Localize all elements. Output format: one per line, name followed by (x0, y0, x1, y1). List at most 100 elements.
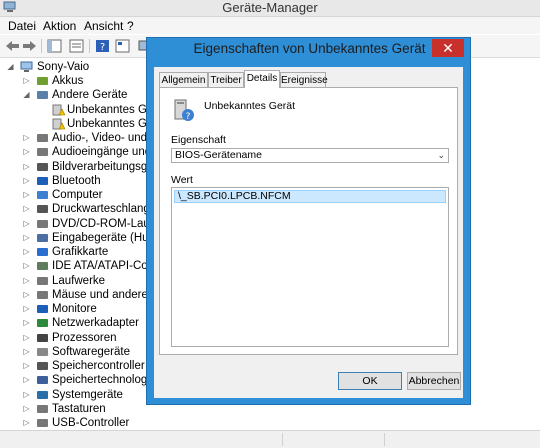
expand-arrow-icon[interactable]: ▷ (22, 245, 31, 259)
toolbar-separator (89, 39, 90, 53)
tab-details[interactable]: Details (244, 70, 280, 88)
device-category-icon (37, 77, 48, 85)
expand-arrow-icon[interactable]: ▷ (22, 188, 31, 202)
tree-item-label: Systemgeräte (52, 388, 123, 401)
expand-arrow-icon[interactable]: ▷ (22, 145, 31, 159)
expand-arrow-icon[interactable]: ▷ (22, 359, 31, 373)
status-bar (0, 430, 540, 448)
value-item[interactable]: \_SB.PCI0.LPCB.NFCM (174, 190, 446, 203)
expand-arrow-icon[interactable]: ▷ (22, 160, 31, 174)
menu-ansicht[interactable]: Ansicht (84, 19, 123, 33)
expand-arrow-icon[interactable]: ▷ (22, 316, 31, 330)
computer-icon (20, 61, 33, 72)
details-panel: ? Unbekanntes Gerät Eigenschaft BIOS-Ger… (159, 87, 458, 355)
dialog-title: Eigenschaften von Unbekanntes Gerät (193, 41, 426, 56)
back-arrow-icon[interactable] (4, 38, 21, 54)
chevron-down-icon: ⌄ (437, 150, 445, 160)
expand-arrow-icon[interactable]: ▷ (22, 131, 31, 145)
device-category-icon (37, 91, 48, 100)
tab-ereignisse[interactable]: Ereignisse (280, 72, 328, 87)
expand-arrow-icon[interactable]: ▷ (22, 217, 31, 231)
menu-bar: Datei Aktion Ansicht ? (0, 17, 540, 34)
device-category-icon (37, 333, 48, 342)
property-dropdown-value: BIOS-Gerätename (175, 149, 262, 161)
device-category-icon (37, 376, 48, 385)
device-category-icon (37, 390, 48, 399)
dialog-body: Allgemein Treiber Details Ereignisse ? U… (154, 67, 463, 398)
cancel-button[interactable]: Abbrechen (407, 372, 461, 390)
device-name: Unbekanntes Gerät (204, 100, 296, 112)
properties-dialog: Eigenschaften von Unbekanntes Gerät ✕ Al… (146, 37, 471, 405)
device-category-icon (37, 248, 48, 256)
unknown-device-warning-icon (52, 118, 65, 130)
collapse-arrow-icon[interactable]: ◢ (6, 60, 15, 74)
window-title: Geräte-Manager (222, 0, 318, 15)
expand-arrow-icon[interactable]: ▷ (22, 402, 31, 416)
expand-arrow-icon[interactable]: ▷ (22, 202, 31, 216)
expand-arrow-icon[interactable]: ▷ (22, 288, 31, 302)
tab-allgemein[interactable]: Allgemein (159, 72, 208, 87)
expand-arrow-icon[interactable]: ▷ (22, 302, 31, 316)
tree-item-label: Akkus (52, 75, 84, 87)
view-icon[interactable] (114, 38, 131, 54)
status-pane (282, 433, 383, 446)
property-label: Eigenschaft (171, 134, 226, 146)
ok-button[interactable]: OK (338, 372, 402, 390)
device-category-icon (37, 347, 48, 356)
expand-arrow-icon[interactable]: ▷ (22, 388, 31, 402)
device-category-icon (37, 419, 48, 427)
device-category-icon (37, 276, 48, 285)
collapse-arrow-icon[interactable]: ◢ (22, 88, 31, 102)
tree-item-label: Tastaturen (52, 402, 106, 415)
device-category-icon (37, 305, 48, 313)
toolbar-separator (41, 39, 42, 53)
tree-item-label: Softwaregeräte (52, 345, 130, 358)
tree-item-label: Andere Geräte (52, 89, 128, 102)
expand-arrow-icon[interactable]: ▷ (22, 259, 31, 273)
expand-arrow-icon[interactable]: ▷ (22, 331, 31, 345)
value-listbox[interactable]: \_SB.PCI0.LPCB.NFCM (171, 187, 449, 347)
device-category-icon (37, 319, 48, 328)
expand-arrow-icon[interactable]: ▷ (22, 174, 31, 188)
status-pane (384, 433, 540, 446)
unknown-device-icon: ? (174, 99, 194, 122)
property-dropdown[interactable]: BIOS-Gerätename ⌄ (171, 148, 449, 163)
tree-item-label: Computer (52, 189, 103, 201)
expand-arrow-icon[interactable]: ▷ (22, 74, 31, 88)
menu-aktion[interactable]: Aktion (43, 19, 76, 33)
expand-arrow-icon[interactable]: ▷ (22, 373, 31, 387)
device-category-icon (37, 191, 48, 199)
forward-arrow-icon[interactable] (21, 38, 38, 54)
device-category-icon (37, 233, 48, 242)
tab-treiber[interactable]: Treiber (208, 72, 244, 87)
device-category-icon (37, 205, 48, 214)
expand-arrow-icon[interactable]: ▷ (22, 345, 31, 359)
tree-item-label: Netzwerkadapter (52, 317, 139, 330)
tree-item-label: Bluetooth (52, 174, 101, 187)
tree-item-label: Monitore (52, 303, 97, 315)
tree-item-label: Grafikkarte (52, 246, 109, 258)
device-category-icon (37, 134, 48, 142)
device-category-icon (37, 219, 48, 228)
help-icon[interactable]: ? (94, 38, 111, 54)
tree-root-label: Sony-Vaio (37, 61, 90, 73)
menu-datei[interactable]: Datei (8, 19, 36, 33)
device-category-icon (37, 290, 48, 299)
svg-text:?: ? (186, 112, 191, 122)
device-category-icon (37, 404, 48, 413)
svg-text:?: ? (100, 42, 105, 53)
expand-arrow-icon[interactable]: ▷ (22, 274, 31, 288)
tree-item-label: USB-Controller (52, 417, 130, 429)
device-category-icon (37, 148, 48, 157)
value-label: Wert (171, 174, 193, 186)
close-button[interactable]: ✕ (432, 39, 464, 57)
device-category-icon (37, 262, 48, 271)
menu-help[interactable]: ? (127, 19, 134, 33)
properties-icon[interactable] (68, 38, 85, 54)
expand-arrow-icon[interactable]: ▷ (22, 231, 31, 245)
device-category-icon (37, 162, 48, 171)
tree-item-label: Speichercontroller (52, 360, 145, 372)
main-titlebar: Geräte-Manager (0, 0, 540, 17)
expand-arrow-icon[interactable]: ▷ (22, 416, 31, 429)
show-hide-tree-icon[interactable] (46, 38, 63, 54)
